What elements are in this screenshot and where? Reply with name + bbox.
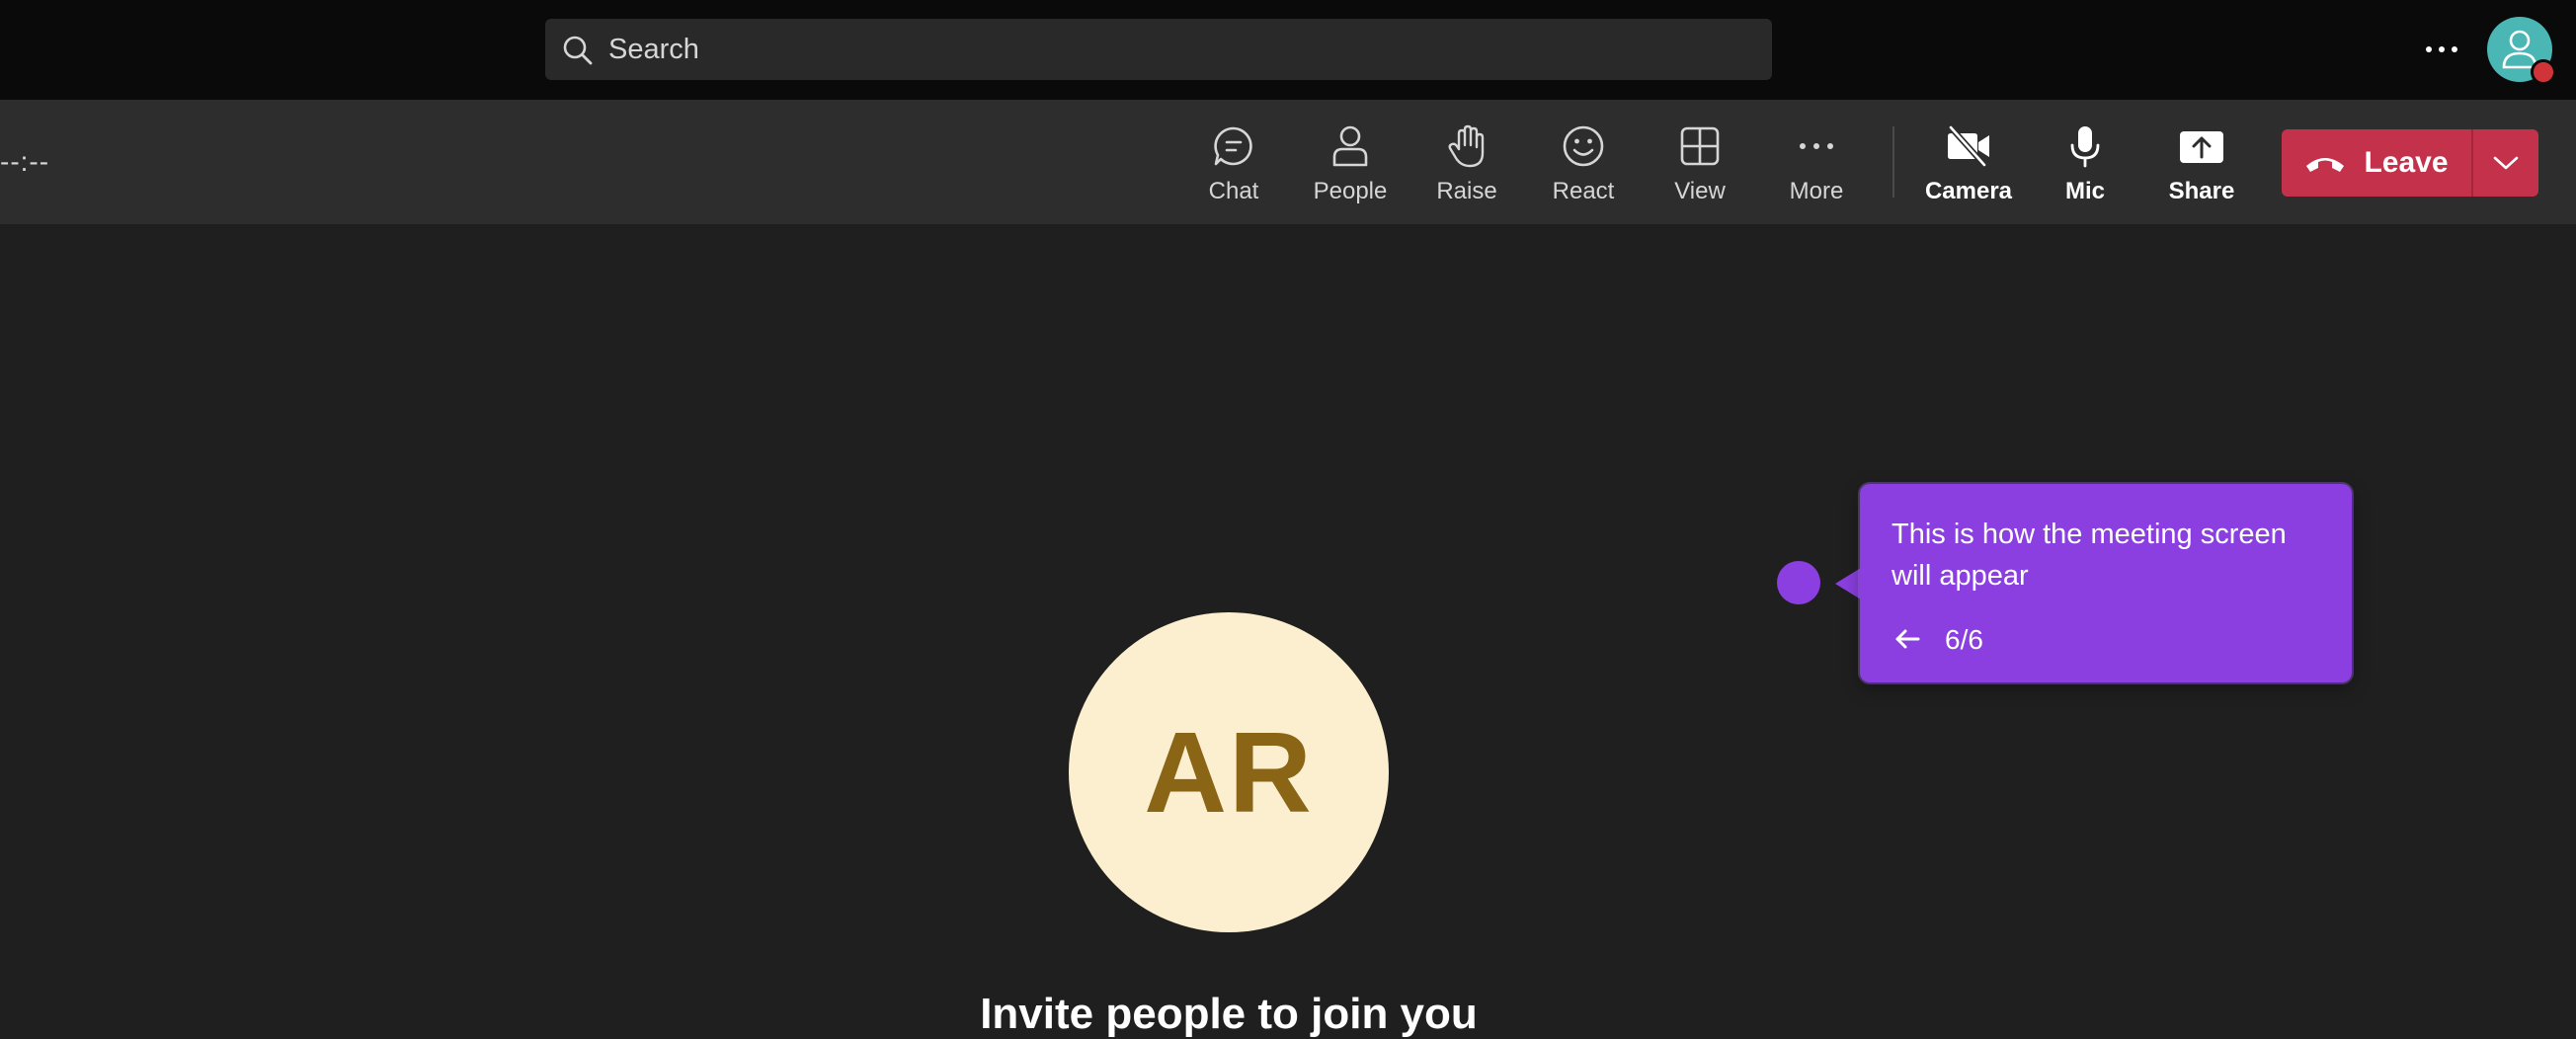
person-icon [1332, 125, 1368, 167]
toolbar-divider [1892, 126, 1894, 198]
search-input[interactable]: Search [545, 19, 1772, 80]
raise-label: Raise [1436, 178, 1497, 204]
chevron-down-icon [2493, 156, 2519, 170]
react-label: React [1552, 178, 1615, 204]
camera-label: Camera [1924, 178, 2013, 204]
more-horizontal-icon [2426, 46, 2457, 52]
camera-off-icon [1948, 124, 1989, 168]
presence-status-badge [2531, 59, 2556, 85]
hand-icon [1448, 124, 1485, 168]
grid-icon [1680, 126, 1720, 166]
camera-button[interactable]: Camera [1914, 119, 2023, 207]
tooltip-pointer [1835, 568, 1861, 599]
more-horizontal-icon [1800, 143, 1833, 149]
chat-label: Chat [1208, 178, 1259, 204]
mic-button[interactable]: Mic [2031, 119, 2139, 207]
search-icon [563, 36, 593, 65]
more-options-button[interactable] [2418, 26, 2465, 73]
meeting-timer: --:-- [0, 146, 50, 177]
leave-label: Leave [2364, 146, 2449, 179]
people-button[interactable]: People [1296, 119, 1405, 207]
avatar-initials: AR [1144, 708, 1314, 837]
raise-hand-button[interactable]: Raise [1412, 119, 1521, 207]
microphone-icon [2070, 126, 2100, 168]
title-bar: Search [0, 0, 2576, 100]
tour-beacon[interactable] [1777, 561, 1820, 604]
chat-bubble-icon [1214, 126, 1252, 166]
participant-avatar: AR [1069, 612, 1389, 932]
tooltip-message: This is how the meeting screen will appe… [1892, 519, 2287, 592]
invite-heading: Invite people to join you [980, 990, 1478, 1038]
arrow-left-icon [1895, 629, 1920, 649]
share-button[interactable]: Share [2147, 119, 2256, 207]
leave-options-dropdown[interactable] [2473, 129, 2538, 197]
share-arrow-up-icon [2180, 131, 2223, 163]
people-label: People [1313, 178, 1388, 204]
share-label: Share [2168, 178, 2235, 204]
tooltip-back-button[interactable] [1888, 619, 1927, 659]
smiley-icon [1563, 125, 1604, 167]
leave-button-group: Leave [2282, 129, 2538, 197]
more-actions-button[interactable]: More [1762, 119, 1871, 207]
more-label: More [1789, 178, 1844, 204]
leave-button[interactable]: Leave [2282, 129, 2471, 197]
phone-hangup-icon [2306, 158, 2345, 172]
view-label: View [1674, 178, 1726, 204]
view-button[interactable]: View [1646, 119, 1754, 207]
react-button[interactable]: React [1529, 119, 1638, 207]
tour-tooltip: This is how the meeting screen will appe… [1860, 484, 2352, 682]
chat-button[interactable]: Chat [1179, 119, 1288, 207]
tooltip-step-counter: 6/6 [1945, 624, 1983, 655]
mic-label: Mic [2064, 178, 2105, 204]
search-placeholder: Search [608, 34, 699, 65]
